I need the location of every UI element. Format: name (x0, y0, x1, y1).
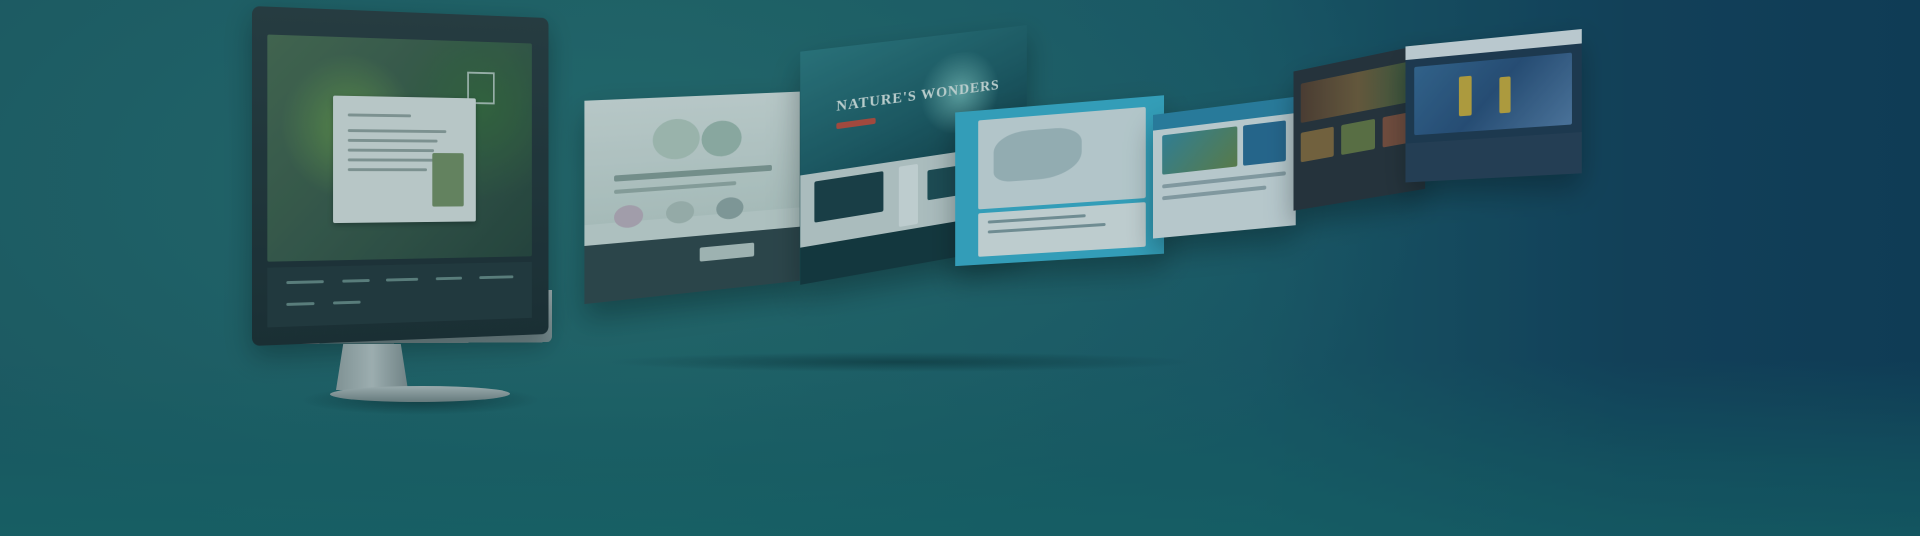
pages-shadow (600, 352, 1200, 372)
desktop-monitor (252, 6, 549, 346)
event-page (1405, 29, 1582, 183)
restaurant-nav-bar (267, 261, 532, 328)
pet-shop-page (584, 91, 800, 305)
restaurant-content-card (333, 95, 476, 224)
map-page (955, 95, 1165, 267)
coral-page (1153, 96, 1296, 239)
floor-gradient (0, 360, 1920, 536)
monitor-stand-neck (336, 344, 408, 390)
monitor-screen-restaurant-site (267, 34, 532, 262)
hero-banner: NATURE'S WONDERS (0, 0, 1920, 536)
